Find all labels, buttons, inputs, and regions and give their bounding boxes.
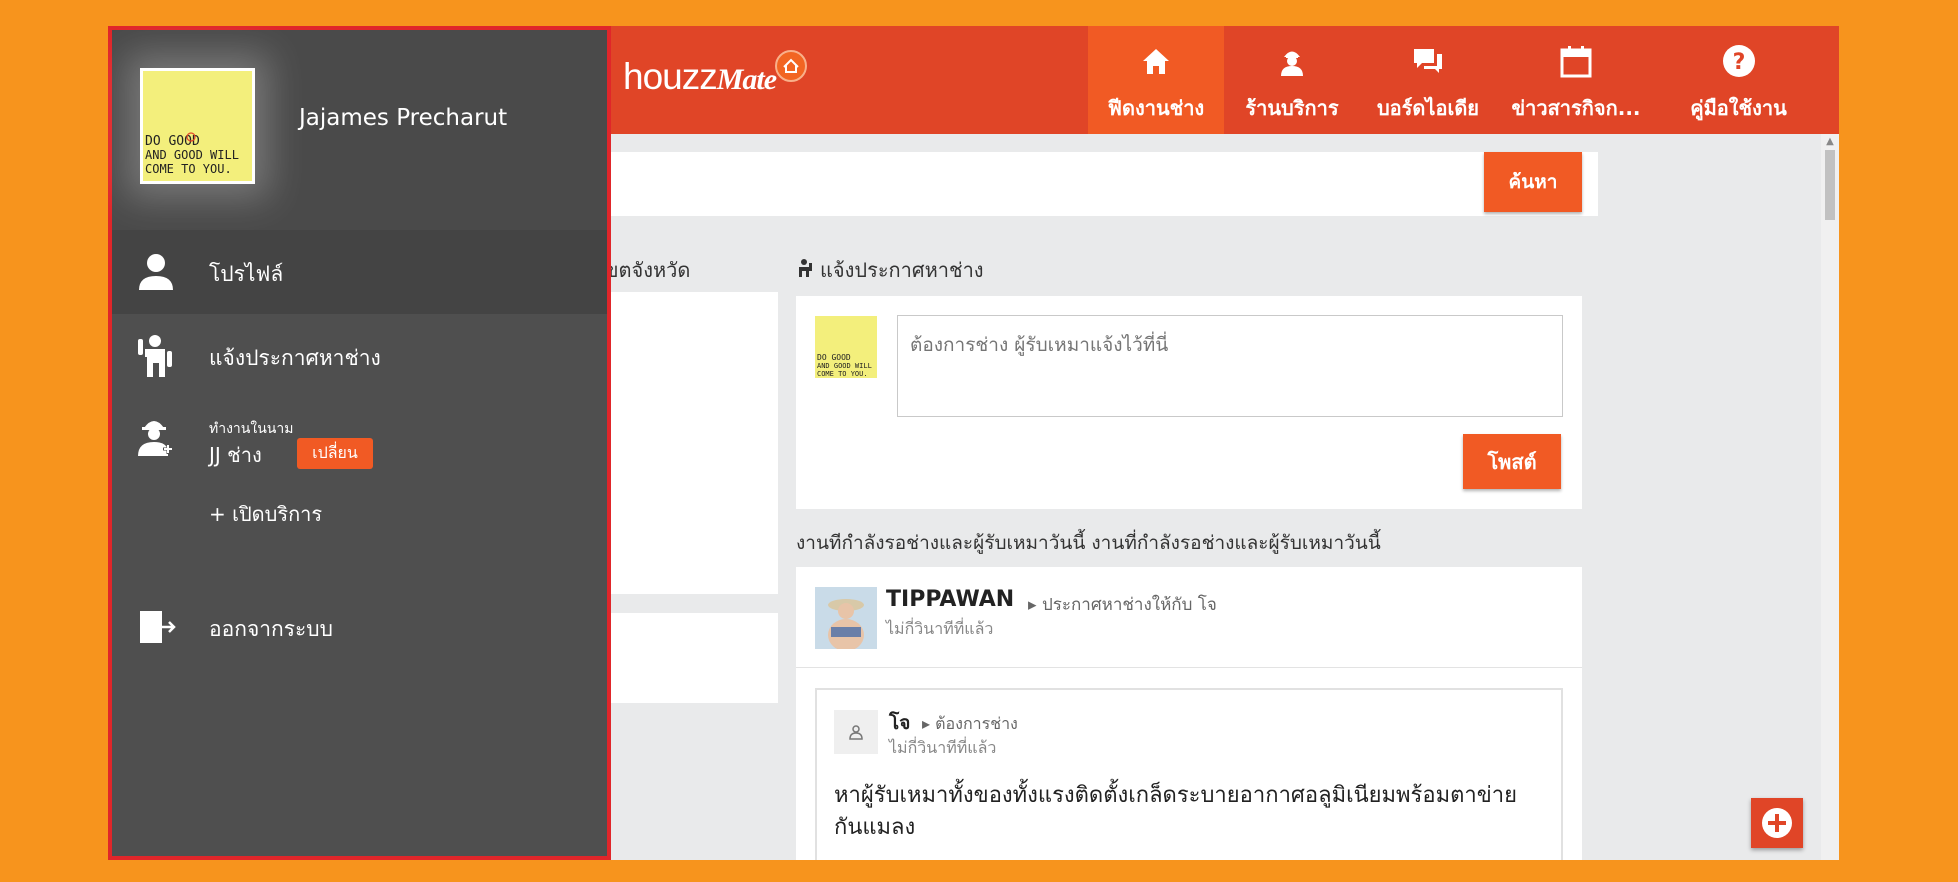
brand-suffix: Mate <box>716 63 777 96</box>
caret-right-icon: ▸ <box>922 714 931 733</box>
province-card <box>598 292 778 594</box>
post-job-input[interactable] <box>897 315 1563 417</box>
job-post-card[interactable]: โจ ▸ ต้องการช่าง ไม่กี่วินาทีที่แล้ว หาผ… <box>815 688 1563 860</box>
drawer-avatar-text-2: AND GOOD WILL <box>145 148 239 162</box>
nav-ideas-label: บอร์ดไอเดีย <box>1376 96 1480 120</box>
nav-shops-label: ร้านบริการ <box>1245 96 1339 120</box>
avatar-text-1: DO GOOD <box>817 353 851 362</box>
switch-role-button[interactable]: เปลี่ยน <box>297 438 373 469</box>
post-job-heading-text: แจ้งประกาศหาช่าง <box>820 258 984 282</box>
job-post-action: ▸ ต้องการช่าง <box>922 712 1018 737</box>
drawer-avatar-text-3: COME TO YOU. <box>145 162 232 176</box>
brand-name: houzz <box>623 56 718 97</box>
drawer-item-post-job-label: แจ้งประกาศหาช่าง <box>209 346 381 370</box>
user-placeholder-icon <box>834 710 878 754</box>
avatar-text-3: COME TO YOU. <box>817 370 868 378</box>
add-button[interactable] <box>1751 798 1803 848</box>
feed-action-text: ประกาศหาช่างให้กับ โจ <box>1041 595 1217 615</box>
feed-heading: งานทีกำลังรอช่างและผู้รับเหมาวันนี้ งานท… <box>796 532 1381 554</box>
drawer-item-logout[interactable]: ออกจากระบบ <box>112 585 607 669</box>
plus-circle-icon <box>1762 808 1792 838</box>
drawer-item-post-job[interactable]: แจ้งประกาศหาช่าง <box>112 314 607 398</box>
search-input[interactable] <box>598 152 1598 216</box>
nav-news-label: ข่าวสารกิจก... <box>1511 96 1641 120</box>
job-poster-name[interactable]: โจ <box>889 708 910 738</box>
feed-author-name[interactable]: TIPPAWAN <box>886 587 1014 612</box>
calendar-icon <box>1496 44 1656 80</box>
job-post-action-text: ต้องการช่าง <box>935 714 1018 733</box>
post-user-avatar: DO GOOD AND GOOD WILL COME TO YOU. <box>815 316 877 378</box>
job-post-timestamp: ไม่กี่วินาทีที่แล้ว <box>889 738 997 757</box>
worker-small-icon <box>796 258 814 283</box>
province-section-label: เขตจังหวัด <box>598 258 691 282</box>
post-button[interactable]: โพสต์ <box>1463 434 1561 489</box>
profile-icon <box>132 250 180 294</box>
search-button[interactable]: ค้นหา <box>1484 152 1582 212</box>
job-post-body: หาผู้รับเหมาทั้งของทั้งแรงติดตั้งเกล็ดระ… <box>834 783 1517 840</box>
secondary-card <box>598 613 778 703</box>
feed-timestamp: ไม่กี่วินาทีที่แล้ว <box>886 619 994 638</box>
nav-feed[interactable]: ฟีดงานช่าง <box>1088 26 1224 134</box>
post-job-icon <box>132 334 180 378</box>
feed-author-avatar[interactable] <box>815 587 877 649</box>
help-icon: ? <box>1656 44 1821 80</box>
scroll-thumb[interactable] <box>1825 150 1835 220</box>
feed-action: ▸ ประกาศหาช่างให้กับ โจ <box>1028 591 1217 618</box>
drawer-item-profile[interactable]: โปรไฟล์ <box>112 230 607 314</box>
side-drawer: DO GOOD AND GOOD WILL COME TO YOU. Jajam… <box>108 26 611 860</box>
nav-feed-label: ฟีดงานช่าง <box>1107 96 1205 120</box>
role-name: JJ ช่าง <box>209 443 262 467</box>
page-scrollbar[interactable]: ▲ <box>1821 134 1839 860</box>
role-caption: ทำงานในนาม <box>209 421 294 437</box>
drawer-user-avatar[interactable]: DO GOOD AND GOOD WILL COME TO YOU. <box>140 68 255 184</box>
drawer-header: DO GOOD AND GOOD WILL COME TO YOU. Jajam… <box>112 30 607 230</box>
worker-icon <box>1224 44 1360 80</box>
home-icon <box>1088 44 1224 80</box>
open-service-link[interactable]: + เปิดบริการ <box>209 498 322 530</box>
svg-text:?: ? <box>1732 50 1745 75</box>
nav-news[interactable]: ข่าวสารกิจก... <box>1496 26 1656 134</box>
feed-item: TIPPAWAN ▸ ประกาศหาช่างให้กับ โจ ไม่กี่ว… <box>796 567 1582 860</box>
drawer-username: Jajames Precharut <box>299 105 508 131</box>
app-window: houzzMate ฟีดงานช่าง ร้านบริการ บอร์ดไอเ… <box>108 26 1839 860</box>
nav-help-label: คู่มือใช้งาน <box>1690 96 1787 120</box>
nav-shops[interactable]: ร้านบริการ <box>1224 26 1360 134</box>
caret-right-icon: ▸ <box>1028 595 1037 615</box>
avatar-text-2: AND GOOD WILL <box>817 362 872 370</box>
feed-divider <box>796 667 1582 668</box>
drawer-item-logout-label: ออกจากระบบ <box>209 617 333 641</box>
worker-add-icon <box>132 414 180 458</box>
brand-house-icon <box>775 50 807 82</box>
post-job-card: DO GOOD AND GOOD WILL COME TO YOU. โพสต์ <box>796 296 1582 509</box>
logout-icon <box>132 605 180 649</box>
post-job-heading: แจ้งประกาศหาช่าง <box>796 254 984 286</box>
nav-help[interactable]: ? คู่มือใช้งาน <box>1656 26 1821 134</box>
brand-logo[interactable]: houzzMate <box>623 56 777 98</box>
scroll-up-arrow-icon[interactable]: ▲ <box>1821 134 1839 150</box>
chat-icon <box>1360 44 1496 80</box>
nav-ideas[interactable]: บอร์ดไอเดีย <box>1360 26 1496 134</box>
drawer-item-profile-label: โปรไฟล์ <box>209 262 284 286</box>
